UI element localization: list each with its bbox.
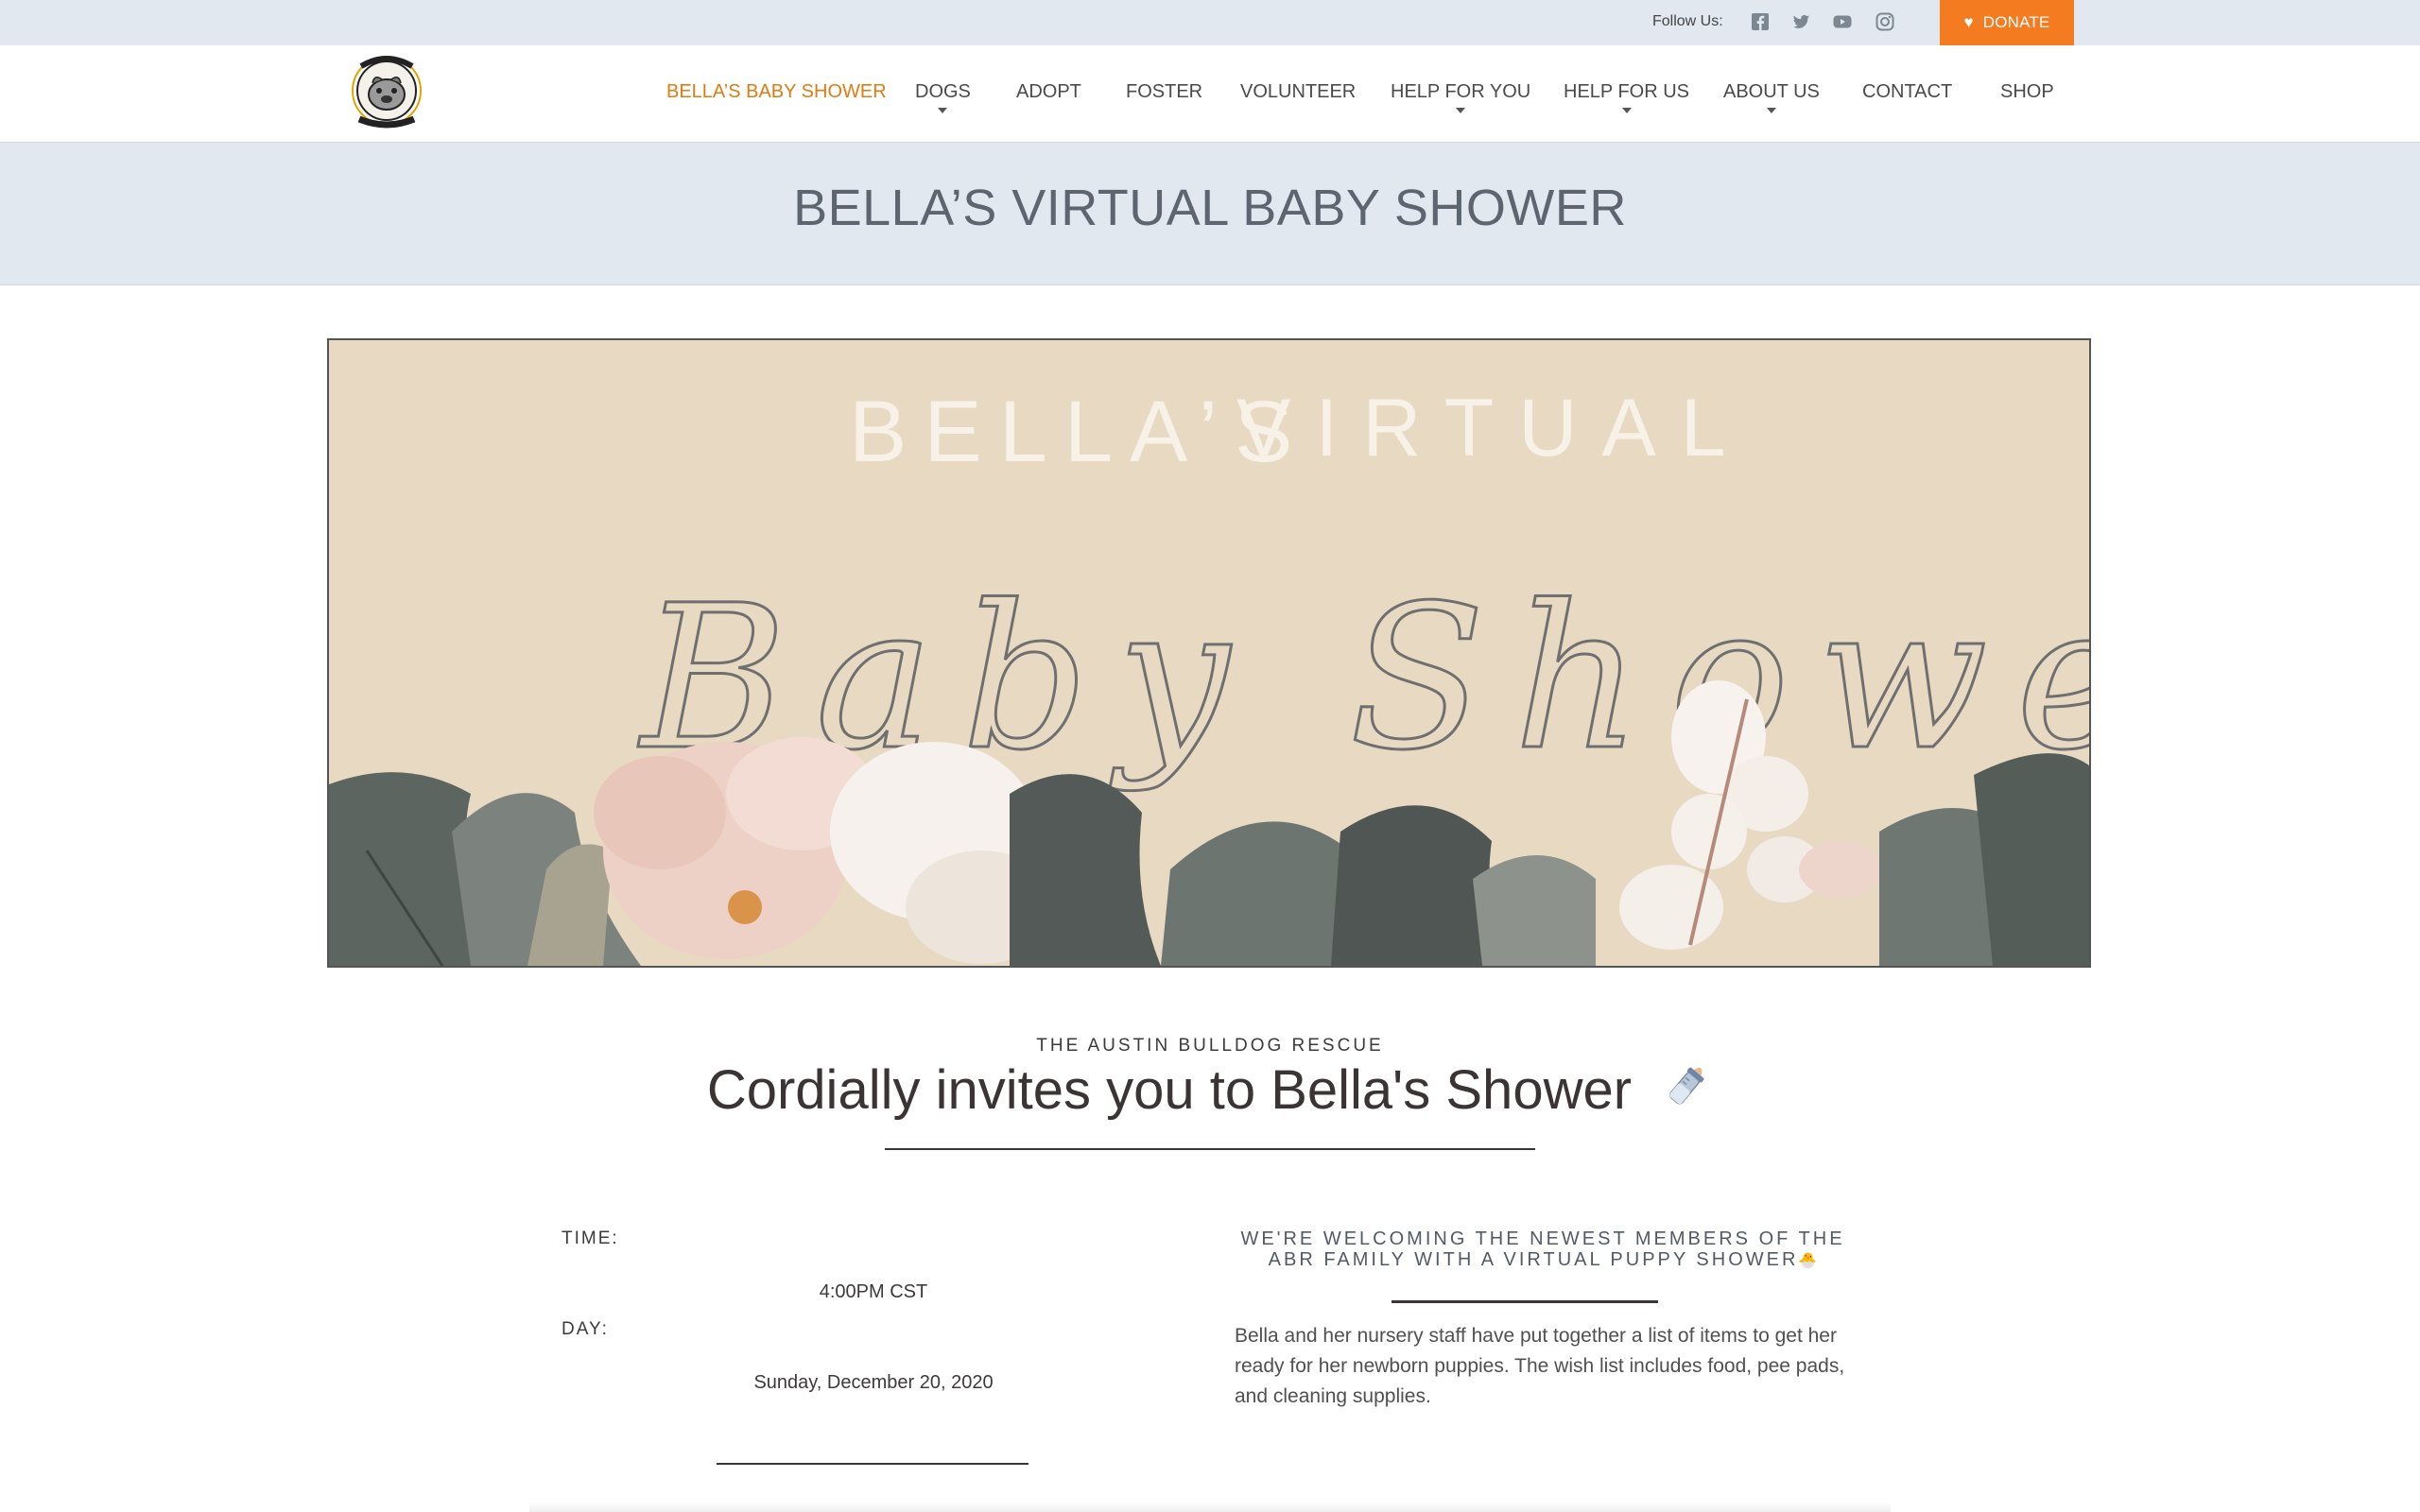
time-value: 4:00PM CST bbox=[819, 1281, 928, 1302]
donate-button[interactable]: ♥ DONATE bbox=[1940, 0, 2074, 45]
hatching-chick-icon: 🐣 bbox=[1798, 1253, 1818, 1269]
divider bbox=[1392, 1300, 1658, 1303]
dropdown-caret-icon bbox=[1766, 108, 1776, 113]
nav-dogs[interactable]: DOGS bbox=[915, 45, 971, 142]
nav-adopt[interactable]: ADOPT bbox=[1016, 45, 1081, 142]
nav-label: BELLA’S BABY SHOWER bbox=[666, 81, 887, 102]
day-value: Sunday, December 20, 2020 bbox=[753, 1372, 994, 1393]
nav-label: HELP FOR US bbox=[1564, 81, 1689, 102]
nav-volunteer[interactable]: VOLUNTEER bbox=[1240, 45, 1356, 142]
baby-shower-banner: BELLA’S VIRTUAL Baby Shower bbox=[327, 338, 2091, 968]
dropdown-caret-icon bbox=[1456, 108, 1466, 113]
nav-label: ABOUT US bbox=[1723, 81, 1820, 102]
welcome-heading: WE'RE WELCOMING THE NEWEST MEMBERS OF TH… bbox=[1235, 1228, 1851, 1272]
nav-label: SHOP bbox=[2000, 81, 2054, 102]
dropdown-caret-icon bbox=[938, 108, 948, 113]
follow-us-label: Follow Us: bbox=[1652, 13, 1723, 29]
nav-about-us[interactable]: ABOUT US bbox=[1723, 45, 1820, 142]
heart-icon: ♥ bbox=[1963, 13, 1974, 31]
youtube-icon[interactable] bbox=[1832, 11, 1853, 32]
top-utility-bar: Follow Us: ♥ DONATE bbox=[0, 0, 2420, 45]
divider bbox=[885, 1148, 1535, 1150]
facebook-icon[interactable] bbox=[1750, 11, 1771, 32]
nav-label: DOGS bbox=[915, 81, 971, 102]
day-label: DAY: bbox=[562, 1319, 609, 1339]
nav-label: VOLUNTEER bbox=[1240, 81, 1357, 102]
divider bbox=[717, 1463, 1028, 1465]
main-header: BELLA’S BABY SHOWER DOGS ADOPT FOSTER VO… bbox=[0, 45, 2420, 143]
donate-label: DONATE bbox=[1982, 13, 2050, 31]
invitation-heading-text: Cordially invites you to Bella's Shower bbox=[706, 1059, 1633, 1121]
time-label: TIME: bbox=[562, 1228, 619, 1248]
dropdown-caret-icon bbox=[1621, 108, 1632, 113]
content-card-edge bbox=[529, 1503, 1891, 1512]
page-title-band: BELLA’S VIRTUAL BABY SHOWER bbox=[0, 143, 2420, 285]
baby-bottle-icon bbox=[1660, 1057, 1713, 1132]
nav-bellas-baby-shower[interactable]: BELLA’S BABY SHOWER bbox=[666, 45, 887, 142]
nav-foster[interactable]: FOSTER bbox=[1126, 45, 1202, 142]
nav-label: CONTACT bbox=[1862, 81, 1953, 102]
page-title: BELLA’S VIRTUAL BABY SHOWER bbox=[793, 180, 1627, 236]
nav-help-for-you[interactable]: HELP FOR YOU bbox=[1391, 45, 1530, 142]
nav-label: ADOPT bbox=[1016, 81, 1081, 102]
nav-contact[interactable]: CONTACT bbox=[1862, 45, 1952, 142]
instagram-icon[interactable] bbox=[1875, 11, 1895, 32]
wish-list-paragraph: Bella and her nursery staff have put tog… bbox=[1235, 1325, 1845, 1407]
nav-label: FOSTER bbox=[1126, 81, 1203, 102]
invitation-heading: Cordially invites you to Bella's Shower bbox=[0, 1053, 2420, 1128]
nav-shop[interactable]: SHOP bbox=[2000, 45, 2054, 142]
nav-help-for-us[interactable]: HELP FOR US bbox=[1564, 45, 1689, 142]
welcome-heading-text: WE'RE WELCOMING THE NEWEST MEMBERS OF TH… bbox=[1240, 1228, 1845, 1270]
banner-word-virtual: VIRTUAL bbox=[1236, 383, 1751, 473]
austin-bulldog-rescue-logo[interactable] bbox=[346, 53, 427, 134]
twitter-icon[interactable] bbox=[1790, 11, 1811, 32]
nav-label: HELP FOR YOU bbox=[1391, 81, 1531, 102]
